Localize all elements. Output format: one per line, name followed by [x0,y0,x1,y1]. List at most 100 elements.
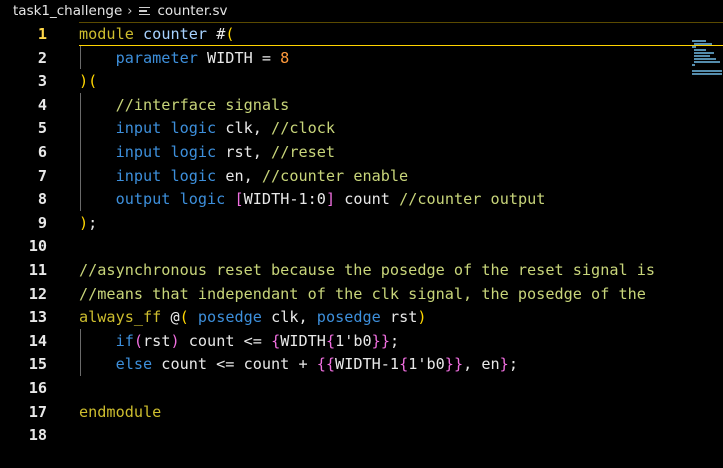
comment-token: //interface signals [115,95,290,114]
keyword-token: module [79,25,134,43]
bracket-token: ) [79,213,89,232]
type-token: input [115,166,162,185]
breadcrumb-file[interactable]: counter.sv [157,3,227,19]
comment-token: //counter enable [261,166,409,185]
line-number: 12 [28,284,47,303]
line-number: 16 [28,379,47,397]
code-text: parameter WIDTH = 8 [79,46,290,70]
bracket-token: ( [179,308,189,327]
code-line[interactable]: 7 input logic en, //counter enable [0,164,723,188]
line-number: 17 [28,402,47,421]
type-token: output [115,190,171,209]
code-token: count <= count + [152,355,317,374]
line-number: 6 [37,143,47,161]
code-text: always_ff @( posedge clk, posedge rst) [79,305,427,329]
comment-token: //counter output [399,190,546,209]
type-token: logic [179,190,226,209]
bracket-token: ) [79,72,89,91]
code-line[interactable]: 3 )( [0,69,723,93]
code-text: else count <= count + {{WIDTH-1{1'b0}}, … [79,352,518,376]
code-token: WIDTH-1 [335,355,400,374]
code-token: WIDTH-1:0 [243,190,326,209]
line-number: 15 [28,355,47,374]
comment-token: //asynchronous reset because the posedge… [79,261,656,279]
line-number: 14 [28,331,47,350]
comment-token: //reset [271,143,336,161]
line-number: 1 [37,25,47,43]
code-line[interactable]: 1 module counter #( [0,22,723,46]
type-token: posedge [316,308,381,327]
line-number: 9 [37,213,47,232]
code-line[interactable]: 14 if(rst) count <= {WIDTH{1'b0}}; [0,329,723,353]
code-text: if(rst) count <= {WIDTH{1'b0}}; [79,329,400,353]
code-text: //interface signals [79,93,290,117]
line-number: 18 [28,426,47,445]
code-token: ; [88,213,98,232]
code-text: input logic en, //counter enable [79,164,409,188]
bracket-token: ] [325,190,336,209]
code-line[interactable]: 10 [0,234,723,258]
bracket-token: }} [444,355,464,374]
type-token: if [115,331,134,350]
type-token: logic [170,143,217,161]
bracket-token: } [499,355,509,374]
code-line[interactable]: 8 output logic [WIDTH-1:0] count //count… [0,187,723,211]
code-editor[interactable]: 1 module counter #(2 parameter WIDTH = 83… [0,22,723,468]
code-token: , en [463,355,500,374]
code-text: input logic clk, //clock [79,116,335,140]
code-token: @ [161,308,180,327]
line-number: 5 [37,119,47,138]
type-token: logic [170,166,217,185]
code-line[interactable]: 15 else count <= count + {{WIDTH-1{1'b0}… [0,352,723,376]
code-text: output logic [WIDTH-1:0] count //counter… [79,187,546,211]
code-token: rst [143,331,171,350]
code-token: clk, [261,308,317,327]
code-line[interactable]: 9); [0,211,723,235]
type-token: parameter [115,48,198,67]
code-line[interactable]: 18 [0,423,723,447]
line-number: 11 [28,261,47,279]
code-line[interactable]: 16 [0,376,723,400]
type-token: posedge [197,308,262,327]
bracket-token: { [399,355,409,374]
bracket-token: { [325,331,336,350]
code-token: rst [380,308,418,327]
bracket-token: {{ [316,355,336,374]
code-token: WIDTH = [197,48,281,67]
identifier-token: counter [143,25,208,43]
code-line[interactable]: 2 parameter WIDTH = 8 [0,46,723,70]
code-line[interactable]: 17 endmodule [0,400,723,424]
keyword-token: always_ff [79,308,162,327]
code-text: input logic rst, //reset [79,140,335,164]
bracket-token: [ [234,190,244,209]
line-number: 3 [37,72,47,91]
code-line[interactable]: 4 //interface signals [0,93,723,117]
code-text: //asynchronous reset because the posedge… [79,258,655,282]
code-text: )( [79,69,97,93]
code-line[interactable]: 12 //means that independant of the clk si… [0,282,723,306]
code-text: ); [79,211,97,235]
code-line[interactable]: 6 input logic rst, //reset [0,140,723,164]
line-number: 4 [37,95,47,114]
code-token: count [335,190,400,209]
code-line[interactable]: 11 //asynchronous reset because the posed… [0,258,723,282]
breadcrumb-folder[interactable]: task1_challenge [13,3,122,19]
code-token: ; [508,355,518,374]
indent-guide [80,92,81,211]
code-text: endmodule [79,400,161,424]
code-token: count <= [179,331,272,350]
type-token: input [115,143,162,161]
code-line[interactable]: 5 input logic clk, //clock [0,116,723,140]
code-text: //means that independant of the clk sign… [79,282,646,306]
code-token: WIDTH [280,331,326,350]
comment-token: //clock [271,119,336,138]
bracket-token: ( [133,331,144,350]
code-token: # [207,25,226,43]
code-line[interactable]: 13 always_ff @( posedge clk, posedge rst) [0,305,723,329]
